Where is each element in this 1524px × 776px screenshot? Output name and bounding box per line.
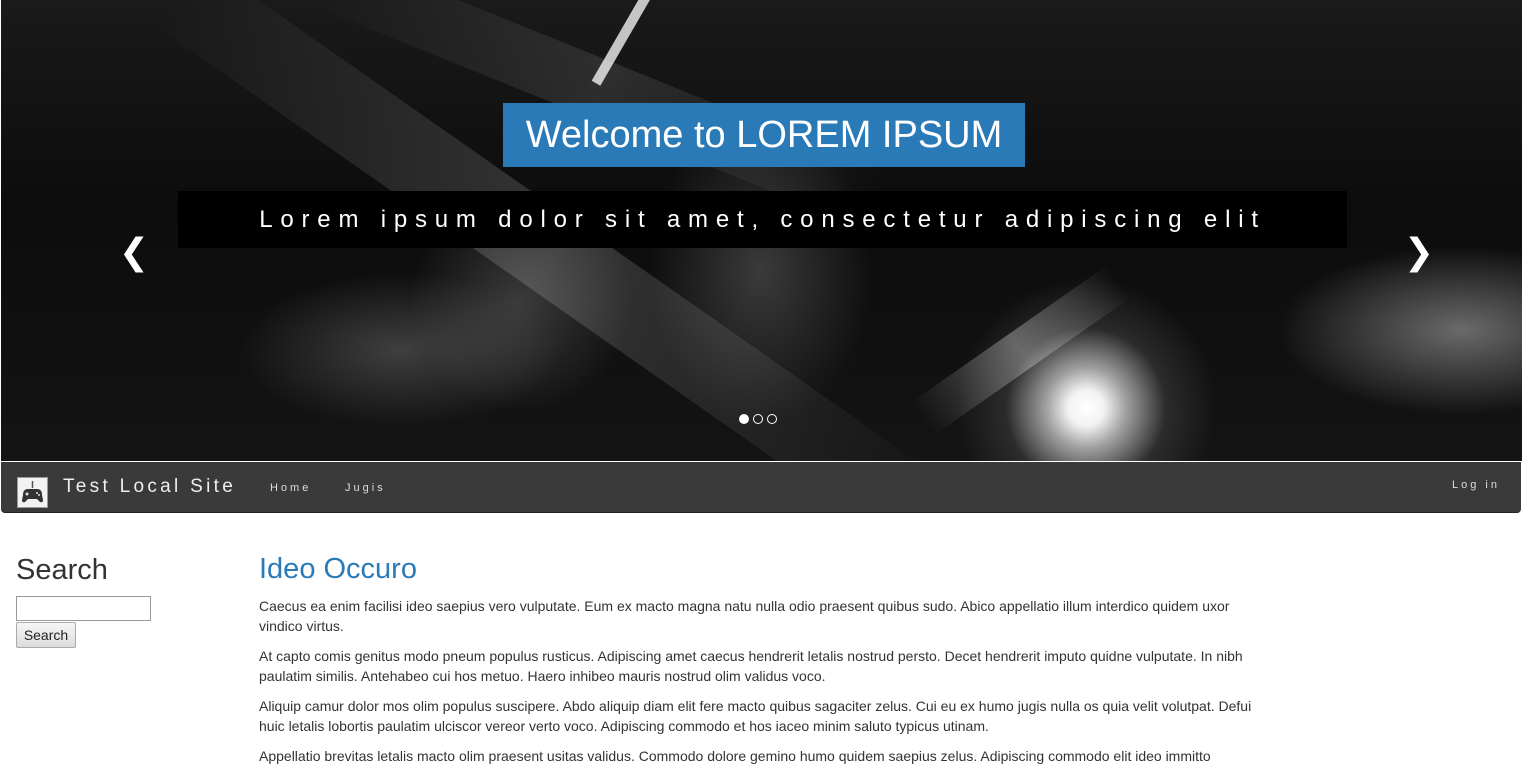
article-body: Caecus ea enim facilisi ideo saepius ver…	[259, 596, 1259, 776]
nav-link-jugis[interactable]: Jugis	[345, 481, 386, 495]
article-paragraph: At capto comis genitus modo pneum populu…	[259, 648, 1243, 684]
article-paragraph: Aliquip camur dolor mos olim populus sus…	[259, 698, 1252, 734]
chevron-left-icon: ❮	[118, 232, 150, 273]
hero-subtitle: Lorem ipsum dolor sit amet, consectetur …	[178, 191, 1347, 248]
carousel-indicator-2[interactable]	[753, 414, 763, 424]
hero-title: Welcome to LOREM IPSUM	[503, 103, 1025, 167]
site-logo[interactable]	[17, 477, 48, 508]
carousel-indicator-1[interactable]	[739, 414, 749, 424]
article-title: Ideo Occuro	[259, 553, 417, 585]
search-input[interactable]	[16, 596, 151, 621]
carousel-next-button[interactable]: ❯	[1399, 232, 1439, 274]
nav-link-home[interactable]: Home	[270, 481, 311, 495]
sidebar-search-title: Search	[16, 554, 108, 586]
navbar: Test Local Site Home Jugis Log in	[1, 462, 1521, 513]
article-paragraph: Caecus ea enim facilisi ideo saepius ver…	[259, 598, 1230, 634]
carousel-indicators	[739, 414, 777, 424]
site-brand[interactable]: Test Local Site	[63, 476, 236, 498]
stage-light-beam	[911, 264, 1131, 436]
login-link[interactable]: Log in	[1452, 478, 1500, 492]
article-paragraph: Appellatio brevitas letalis macto olim p…	[259, 748, 1211, 764]
gamepad-icon	[18, 478, 47, 507]
hero-carousel: Welcome to LOREM IPSUM Lorem ipsum dolor…	[1, 0, 1522, 461]
stage-light-beam	[591, 0, 651, 86]
carousel-prev-button[interactable]: ❮	[114, 232, 154, 274]
carousel-indicator-3[interactable]	[767, 414, 777, 424]
search-button[interactable]: Search	[16, 622, 76, 648]
chevron-right-icon: ❯	[1403, 232, 1435, 273]
